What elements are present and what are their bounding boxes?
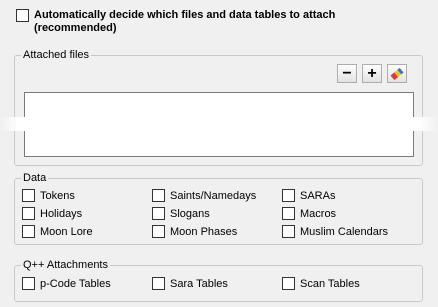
clear-files-button[interactable] <box>387 64 407 83</box>
sara-tables-label: Sara Tables <box>170 278 228 290</box>
muslim-calendars-checkbox[interactable] <box>282 225 295 238</box>
p-code-tables-checkbox[interactable] <box>22 277 35 290</box>
slogans-label: Slogans <box>170 208 210 220</box>
moon-lore-checkbox[interactable] <box>22 225 35 238</box>
muslim-calendars-label: Muslim Calendars <box>300 226 389 238</box>
auto-attach-label: Automatically decide which files and dat… <box>34 9 336 21</box>
holidays-checkbox[interactable] <box>22 207 35 220</box>
macros-label: Macros <box>300 208 337 220</box>
remove-file-button[interactable]: − <box>337 64 357 83</box>
holidays-label: Holidays <box>40 208 83 220</box>
saints-namedays-label: Saints/Namedays <box>170 190 257 202</box>
sara-tables-checkbox[interactable] <box>152 277 165 290</box>
moon-phases-checkbox[interactable] <box>152 225 165 238</box>
qpp-attachments-legend: Q++ Attachments <box>23 259 108 271</box>
moon-phases-label: Moon Phases <box>170 226 238 238</box>
tokens-checkbox[interactable] <box>22 189 35 202</box>
highlight-band <box>0 117 438 131</box>
saints-namedays-checkbox[interactable] <box>152 189 165 202</box>
eraser-icon <box>390 67 404 80</box>
saras-checkbox[interactable] <box>282 189 295 202</box>
macros-checkbox[interactable] <box>282 207 295 220</box>
data-legend: Data <box>23 172 47 184</box>
scan-tables-checkbox[interactable] <box>282 277 295 290</box>
tokens-label: Tokens <box>40 190 75 202</box>
scan-tables-label: Scan Tables <box>300 278 360 290</box>
plus-icon: + <box>367 64 377 82</box>
minus-icon: − <box>342 64 352 82</box>
auto-attach-checkbox[interactable] <box>16 9 29 22</box>
auto-attach-label-line2: (recommended) <box>34 22 117 34</box>
slogans-checkbox[interactable] <box>152 207 165 220</box>
moon-lore-label: Moon Lore <box>40 226 93 238</box>
add-file-button[interactable]: + <box>362 64 382 83</box>
saras-label: SARAs <box>300 190 336 202</box>
p-code-tables-label: p-Code Tables <box>40 278 111 290</box>
attached-files-legend: Attached files <box>23 49 90 61</box>
